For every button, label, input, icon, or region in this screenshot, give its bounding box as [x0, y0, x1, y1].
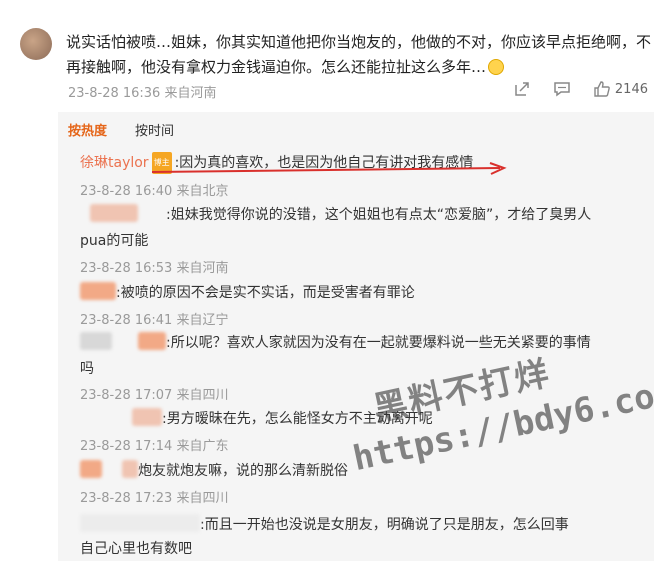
like-icon: [593, 80, 611, 98]
blurred-username-2: [122, 460, 138, 478]
comment-item: :被喷的原因不会是实不实话，而是受害者有罪论: [80, 282, 415, 304]
comment-item: :男方暧昧在先，怎么能怪女方不主动离开呢: [80, 408, 433, 430]
username[interactable]: 徐琳taylor: [80, 155, 149, 171]
avatar[interactable]: [20, 28, 52, 60]
comment-text-cont: 吗: [80, 361, 94, 377]
share-icon[interactable]: [513, 80, 531, 98]
comments-panel: 按热度 按时间 徐琳taylor 博主:因为真的喜欢，也是因为他自己有讲对我有感情…: [58, 112, 654, 561]
post-actions: 2146: [513, 80, 648, 98]
like-button[interactable]: 2146: [593, 80, 648, 98]
comment-text: :男方暧昧在先，怎么能怪女方不主动离开呢: [162, 411, 433, 427]
comment-item: :姐妹我觉得你说的没错，这个姐姐也有点太“恋爱脑”，才给了臭男人: [80, 204, 591, 226]
blurred-avatar: [80, 332, 112, 350]
blurred-username: [80, 514, 200, 532]
post-text: 说实话怕被喷…姐妹，你其实知道他把你当炮友的，他做的不对，你应该早点拒绝啊，不再…: [66, 33, 652, 76]
comment-text: :而且一开始也没说是女朋友，明确说了只是朋友，怎么回事: [200, 517, 569, 533]
comment-meta: 23-8-28 16:53 来自河南: [80, 261, 229, 276]
blurred-username: [138, 332, 166, 350]
comment-text: :被喷的原因不会是实不实话，而是受害者有罪论: [116, 285, 415, 301]
comment-text: :所以呢？喜欢人家就因为没有在一起就要爆料说一些无关紧要的事情: [166, 335, 591, 351]
comment-meta: 23-8-28 17:14 来自广东: [80, 439, 229, 454]
tab-hot[interactable]: 按热度: [68, 120, 107, 139]
comment-meta: 23-8-28 17:23 来自四川: [80, 491, 229, 506]
comment-text-cont: pua的可能: [80, 233, 149, 249]
sort-tabs: 按热度 按时间: [68, 120, 174, 139]
post-meta: 23-8-28 16:36 来自河南: [68, 86, 217, 101]
weibo-post: 说实话怕被喷…姐妹，你其实知道他把你当炮友的，他做的不对，你应该早点拒绝啊，不再…: [0, 0, 660, 118]
comment-item: :而且一开始也没说是女朋友，明确说了只是朋友，怎么回事: [80, 514, 569, 536]
comment-meta: 23-8-28 16:40 来自北京: [80, 184, 229, 199]
smiley-emoji-icon: [488, 59, 505, 75]
like-count: 2146: [614, 81, 648, 97]
tab-time[interactable]: 按时间: [135, 120, 174, 139]
comment-text-cont: 自己心里也有数吧: [80, 541, 192, 557]
red-arrow-annotation: [151, 162, 507, 175]
comment-meta: 23-8-28 17:07 来自四川: [80, 388, 229, 403]
comment-text: 炮友就炮友嘛，说的那么清新脱俗: [138, 463, 348, 479]
comment-icon[interactable]: [553, 80, 571, 98]
comment-item: :所以呢？喜欢人家就因为没有在一起就要爆料说一些无关紧要的事情: [80, 332, 591, 354]
blurred-username: [80, 282, 116, 300]
comment-meta: 23-8-28 16:41 来自辽宁: [80, 313, 229, 328]
comment-item: 炮友就炮友嘛，说的那么清新脱俗: [80, 460, 348, 482]
comment-text: :姐妹我觉得你说的没错，这个姐姐也有点太“恋爱脑”，才给了臭男人: [166, 207, 592, 223]
blurred-username: [80, 460, 102, 478]
blurred-username: [90, 204, 138, 222]
blurred-username: [132, 408, 162, 426]
